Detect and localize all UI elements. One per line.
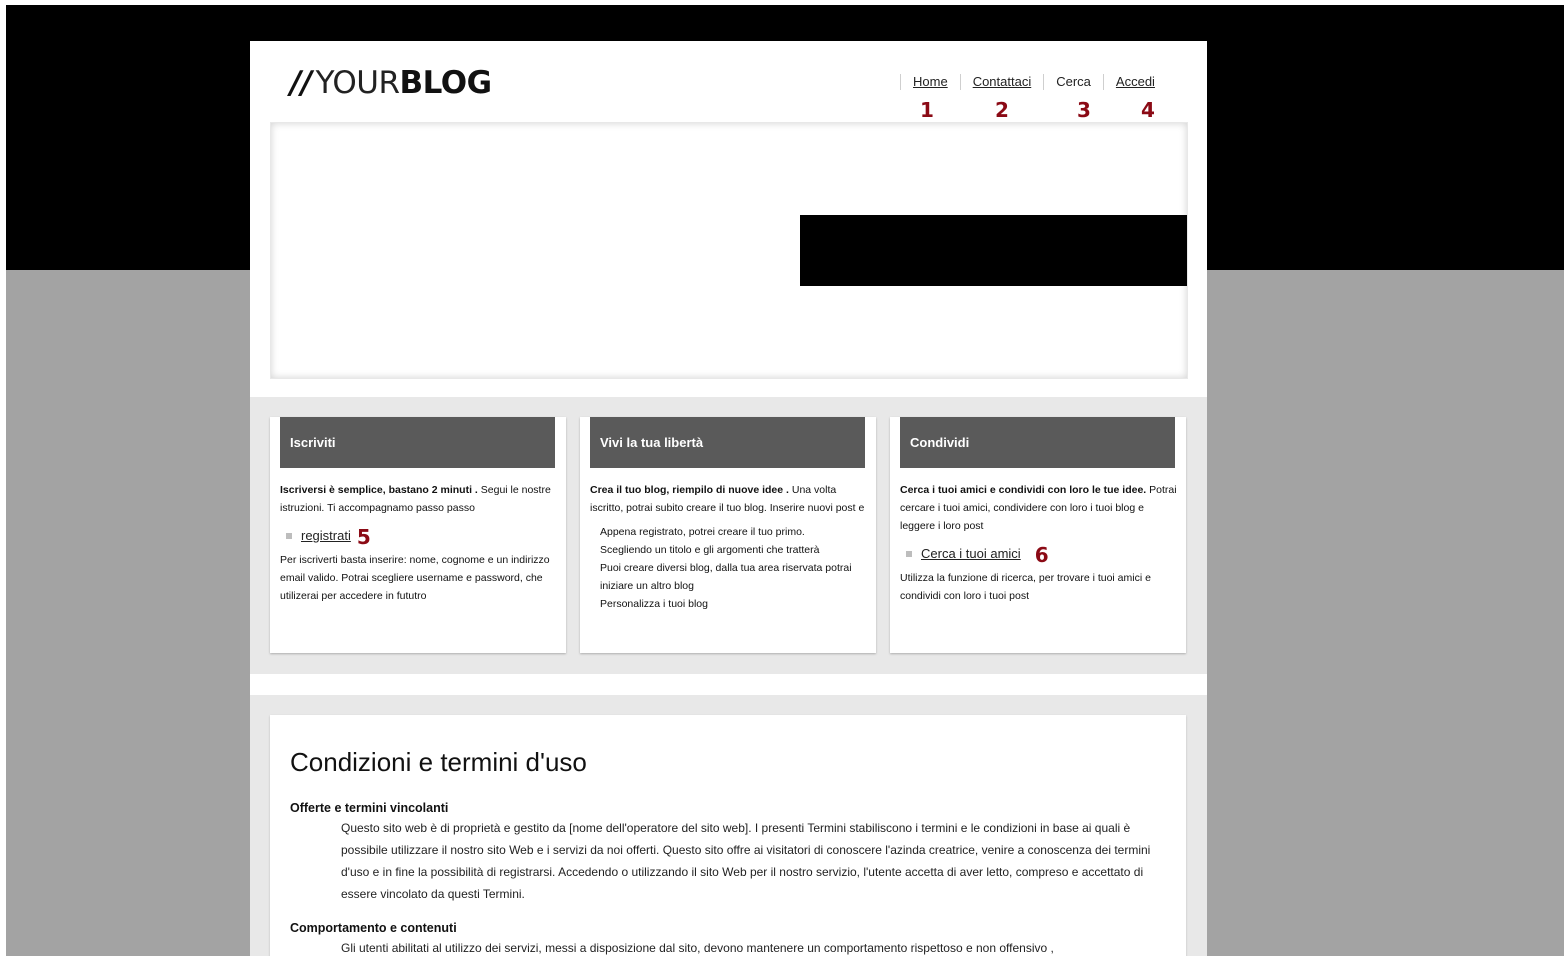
nav-cerca[interactable]: Cerca bbox=[1043, 74, 1103, 90]
card-lead: Cerca i tuoi amici e condividi con loro … bbox=[900, 481, 1178, 535]
cerca-amici-link[interactable]: Cerca i tuoi amici bbox=[921, 545, 1021, 563]
card-lead: Iscriversi è semplice, bastano 2 minuti … bbox=[280, 481, 558, 517]
logo-light: YOUR bbox=[315, 65, 400, 101]
card-title: Condividi bbox=[900, 417, 1175, 468]
list-item: Puoi creare diversi blog, dalla tua area… bbox=[600, 562, 852, 592]
logo-slashes: // bbox=[290, 65, 312, 101]
nav-accedi[interactable]: Accedi bbox=[1102, 74, 1167, 90]
card-title: Vivi la tua libertà bbox=[590, 417, 865, 468]
features-band: Iscriviti Iscriversi è semplice, bastano… bbox=[250, 397, 1207, 674]
terms-title: Condizioni e termini d'uso bbox=[290, 747, 587, 777]
terms-section-text: Questo sito web è di proprietà e gestito… bbox=[341, 821, 1151, 901]
list-item: Appena registrato, potrei creare il tuo … bbox=[600, 526, 805, 538]
card-title: Iscriviti bbox=[280, 417, 555, 468]
card-vivi: Vivi la tua libertà Crea il tuo blog, ri… bbox=[580, 417, 876, 653]
bullet-icon bbox=[906, 551, 912, 557]
marker-3: 3 bbox=[1077, 98, 1091, 122]
list-item: Scegliendo un titolo e gli argomenti che… bbox=[600, 544, 820, 556]
bullet-icon bbox=[286, 533, 292, 539]
terms-section-heading: Comportamento e contenuti bbox=[290, 921, 457, 935]
nav-home[interactable]: Home bbox=[900, 74, 960, 90]
marker-4: 4 bbox=[1141, 98, 1155, 122]
card-body: Crea il tuo blog, riempilo di nuove idee… bbox=[590, 481, 868, 613]
logo-bold: BLOG bbox=[399, 65, 493, 101]
terms-section-text: Gli utenti abilitati al utilizzo dei ser… bbox=[341, 941, 1054, 955]
feature-list: Appena registrato, potrei creare il tuo … bbox=[600, 523, 868, 613]
card-lead-bold: Iscriversi è semplice, bastano 2 minuti … bbox=[280, 484, 478, 496]
marker-1: 1 bbox=[920, 98, 934, 122]
nav-contattaci[interactable]: Contattaci bbox=[959, 74, 1044, 90]
site-logo[interactable]: //YOURBLOG bbox=[290, 65, 492, 101]
main-nav: Home Contattaci Cerca Accedi bbox=[900, 74, 1167, 90]
marker-2: 2 bbox=[995, 98, 1009, 122]
card-body: Iscriversi è semplice, bastano 2 minuti … bbox=[280, 481, 558, 605]
registrati-link[interactable]: registrati bbox=[301, 527, 351, 545]
marker-5: 5 bbox=[356, 525, 371, 549]
registrati-item: registrati 5 bbox=[286, 525, 558, 549]
hero-banner bbox=[270, 122, 1188, 379]
page-container: //YOURBLOG Home Contattaci Cerca Accedi … bbox=[250, 41, 1207, 956]
list-item: Personalizza i tuoi blog bbox=[600, 598, 708, 610]
card-lead: Crea il tuo blog, riempilo di nuove idee… bbox=[590, 481, 868, 517]
terms-panel: Condizioni e termini d'uso Offerte e ter… bbox=[270, 715, 1186, 956]
terms-band: Condizioni e termini d'uso Offerte e ter… bbox=[250, 695, 1207, 956]
card-condividi: Condividi Cerca i tuoi amici e condividi… bbox=[890, 417, 1186, 653]
card-iscriviti: Iscriviti Iscriversi è semplice, bastano… bbox=[270, 417, 566, 653]
card-body: Cerca i tuoi amici e condividi con loro … bbox=[900, 481, 1178, 605]
card-after-text: Per iscriverti basta inserire: nome, cog… bbox=[280, 554, 550, 602]
card-after-text: Utilizza la funzione di ricerca, per tro… bbox=[900, 572, 1151, 602]
card-lead-bold: Crea il tuo blog, riempilo di nuove idee… bbox=[590, 484, 789, 496]
terms-section-heading: Offerte e termini vincolanti bbox=[290, 801, 449, 815]
card-lead-bold: Cerca i tuoi amici e condividi con loro … bbox=[900, 484, 1147, 496]
cerca-amici-item: Cerca i tuoi amici 6 bbox=[906, 543, 1178, 567]
hero-black-block bbox=[800, 215, 1187, 286]
marker-6: 6 bbox=[1034, 543, 1049, 567]
